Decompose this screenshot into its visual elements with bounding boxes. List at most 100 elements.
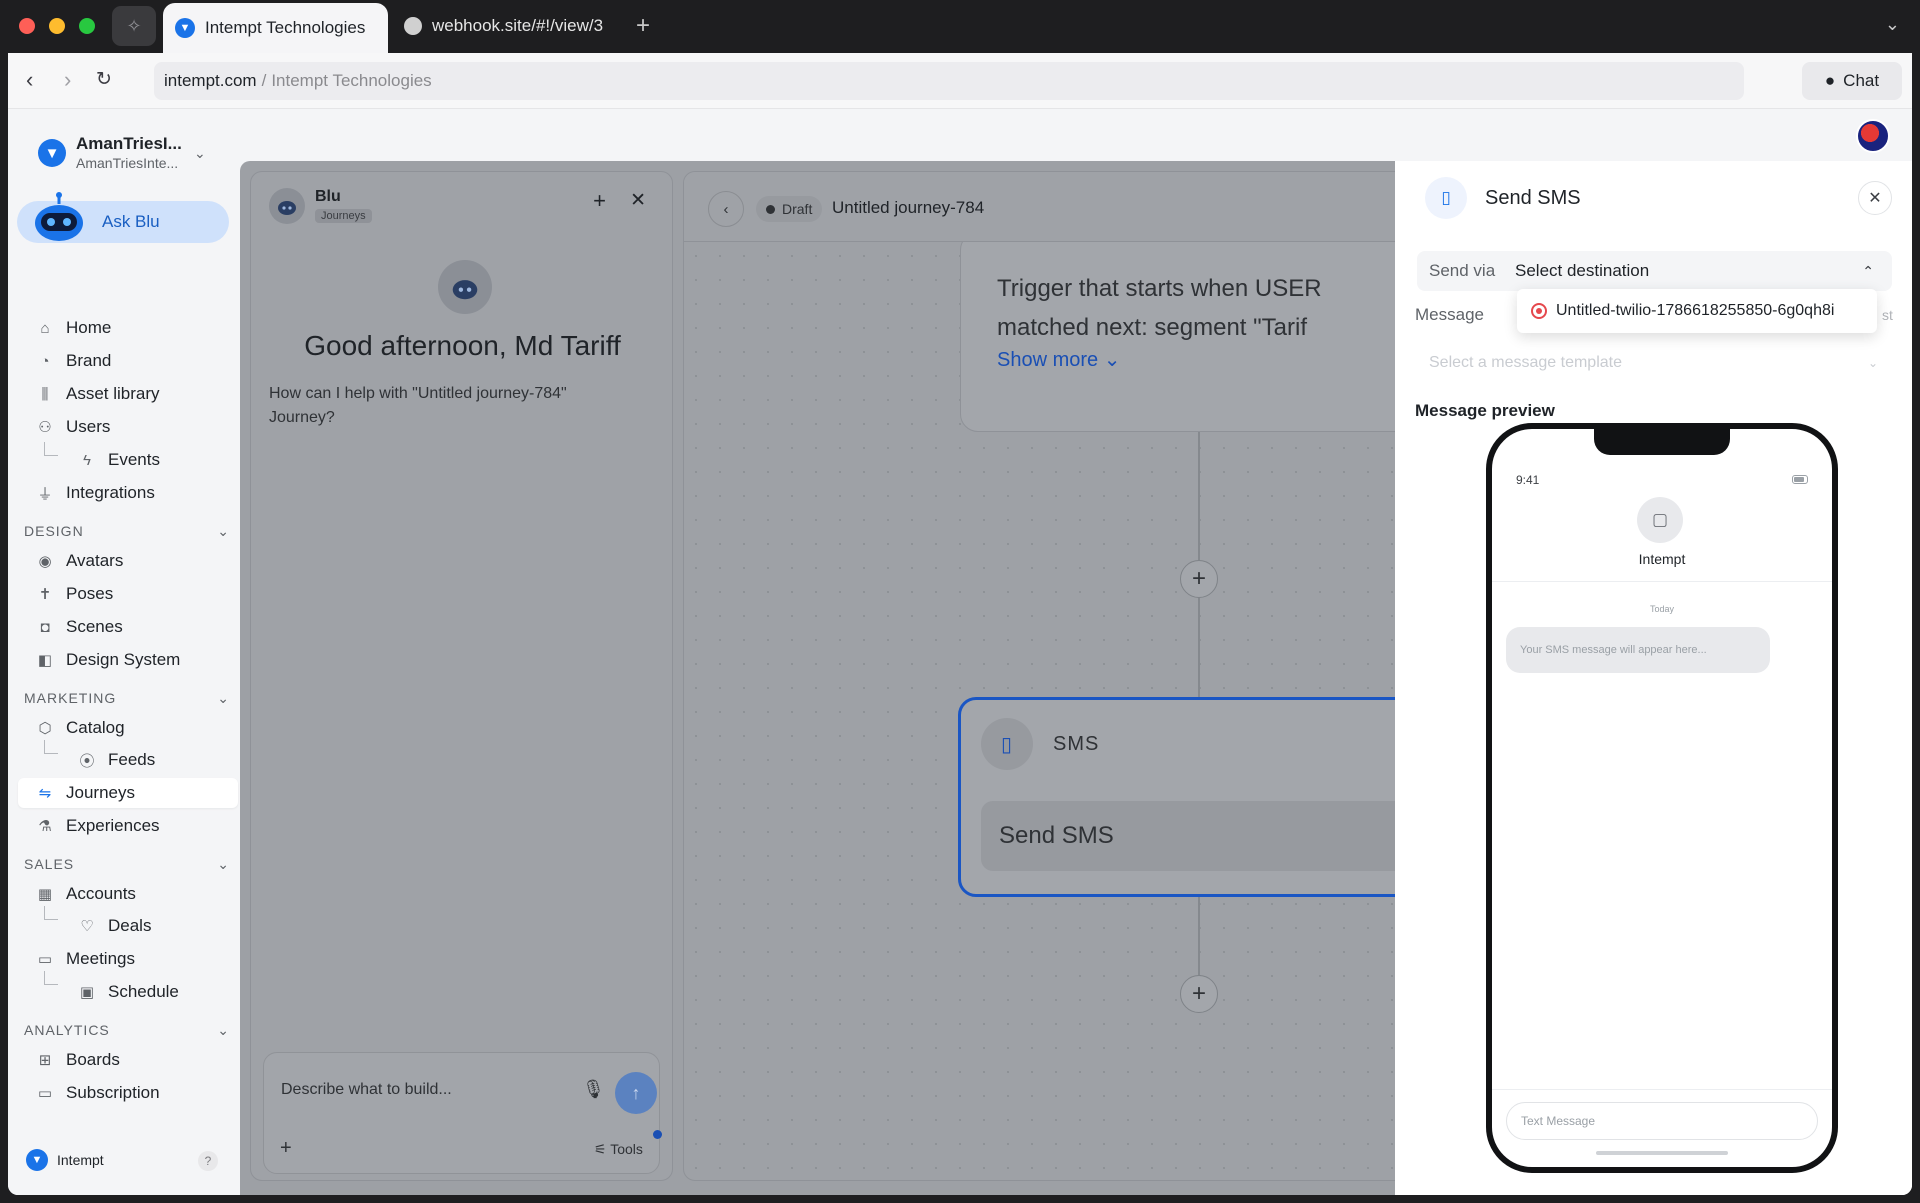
show-more-label: Show more [997, 349, 1099, 371]
add-step-button[interactable]: + [1180, 975, 1218, 1013]
back-icon[interactable]: ‹ [26, 67, 33, 93]
sidebar-item-boards[interactable]: ⊞ Boards [18, 1045, 238, 1075]
sms-node[interactable]: ▯ SMS Send SMS [958, 697, 1404, 897]
org-name: AmanTriesI... [76, 134, 182, 153]
section-label: MARKETING [24, 690, 117, 706]
message-bubble: Your SMS message will appear here... [1506, 627, 1770, 673]
blu-robot-icon [438, 260, 492, 314]
destination-option[interactable]: Untitled-twilio-1786618255850-6g0qh8i [1517, 289, 1877, 333]
tools-button[interactable]: ⚟ Tools [594, 1141, 643, 1158]
panel-title: Send SMS [1485, 187, 1581, 209]
sidebar-item-journeys[interactable]: ⇋ Journeys [18, 778, 238, 808]
attach-icon[interactable]: + [280, 1137, 292, 1160]
sidebar-item-home[interactable]: ⌂ Home [18, 313, 238, 343]
chevron-down-icon[interactable]: ⌄ [194, 145, 206, 162]
tab-webhook[interactable]: webhook.site/#!/view/3 [404, 8, 609, 44]
journey-canvas[interactable]: Trigger that starts when USER matched ne… [683, 171, 1405, 1181]
close-icon[interactable]: ✕ [630, 189, 646, 212]
back-button[interactable]: ‹ [708, 191, 744, 227]
reload-icon[interactable]: ↻ [96, 67, 112, 93]
help-button[interactable]: ? [198, 1151, 218, 1171]
sidebar-item-scenes[interactable]: ◘ Scenes [18, 612, 238, 642]
tab-intempt[interactable]: ▼ Intempt Technologies [163, 3, 388, 53]
user-avatar[interactable] [1856, 119, 1890, 153]
connector-line [1198, 432, 1200, 560]
send-via-select[interactable]: Send via Select destination ⌃ [1417, 251, 1892, 291]
sidebar-item-label: Brand [66, 351, 112, 370]
day-label: Today [1649, 604, 1675, 614]
sidebar-item-design-system[interactable]: ◧ Design System [18, 645, 238, 675]
sidebar-item-integrations[interactable]: ⏚ Integrations [18, 478, 238, 508]
sidebar-item-deals[interactable]: ♡ Deals [18, 911, 238, 941]
phone-icon: ▯ [981, 718, 1033, 770]
sidebar-item-feeds[interactable]: ⦿ Feeds [18, 745, 238, 775]
add-step-button[interactable]: + [1180, 560, 1218, 598]
org-switcher[interactable]: ▼ AmanTriesI... AmanTriesInte... [38, 134, 182, 172]
trigger-node[interactable]: Trigger that starts when USER matched ne… [960, 232, 1404, 432]
journey-title[interactable]: Untitled journey-784 [832, 198, 984, 218]
flask-icon: ⚗ [38, 818, 52, 835]
home-icon: ⌂ [40, 319, 50, 337]
sidebar-item-avatars[interactable]: ◉ Avatars [18, 546, 238, 576]
maximize-window-button[interactable] [79, 18, 95, 34]
send-button[interactable]: ↑ [615, 1072, 657, 1114]
building-icon: ▦ [37, 886, 53, 903]
box-icon: ⬡ [38, 720, 52, 737]
browser-tab-bar: ✧ ▼ Intempt Technologies webhook.site/#!… [0, 0, 1920, 53]
avatar-icon: ◉ [38, 553, 52, 570]
blu-panel-header: Blu Journeys [269, 188, 372, 224]
sidebar: ▼ AmanTriesI... AmanTriesInte... ⌄ Ask B… [8, 109, 240, 1195]
sidebar-item-label: Users [66, 417, 111, 436]
url-input[interactable]: intempt.com / Intempt Technologies [154, 62, 1744, 100]
sidebar-item-events[interactable]: ϟ Events [18, 445, 238, 475]
sidebar-item-asset-library[interactable]: ⫼ Asset library [18, 379, 238, 409]
new-tab-icon[interactable]: + [636, 12, 650, 40]
context-badge: Journeys [315, 209, 372, 223]
close-window-button[interactable] [19, 18, 35, 34]
close-button[interactable]: ✕ [1858, 181, 1892, 215]
template-select[interactable]: Select a message template ⌄ [1417, 343, 1892, 383]
section-sales[interactable]: SALES ⌄ [24, 856, 230, 873]
minimize-window-button[interactable] [49, 18, 65, 34]
webhook-favicon-icon [404, 17, 422, 35]
calendar-clock-icon: ▣ [79, 984, 95, 1001]
section-marketing[interactable]: MARKETING ⌄ [24, 690, 230, 707]
ask-blu-label: Ask Blu [102, 212, 160, 231]
sidebar-footer[interactable]: ▼ Intempt [26, 1149, 104, 1171]
phone-text-input: Text Message [1506, 1102, 1818, 1140]
new-chat-icon[interactable]: + [593, 188, 606, 214]
intempt-logo-icon: ▼ [26, 1149, 48, 1171]
twilio-icon [1531, 303, 1547, 319]
forward-icon[interactable]: › [64, 67, 71, 93]
chevron-down-icon: ⌄ [1867, 356, 1878, 370]
sidebar-item-experiences[interactable]: ⚗ Experiences [18, 811, 238, 841]
send-sms-panel: ▯ Send SMS ✕ Send via Select destination… [1395, 161, 1912, 1195]
sidebar-item-catalog[interactable]: ⬡ Catalog [18, 713, 238, 743]
blu-robot-icon [35, 192, 83, 241]
section-analytics[interactable]: ANALYTICS ⌄ [24, 1022, 230, 1039]
chat-bubble-icon: ● [1824, 71, 1836, 90]
tools-label: Tools [610, 1141, 643, 1157]
main-area: Blu Journeys + ✕ Good afternoon, Md Tari… [240, 161, 1405, 1195]
sidebar-item-subscription[interactable]: ▭ Subscription [18, 1078, 238, 1108]
chat-button[interactable]: ● Chat [1802, 62, 1902, 100]
sidebar-item-poses[interactable]: ✝ Poses [18, 579, 238, 609]
section-design[interactable]: DESIGN ⌄ [24, 523, 230, 540]
chevron-down-icon: ⌄ [217, 523, 230, 539]
handshake-icon: ♡ [80, 918, 94, 935]
url-separator: / [261, 71, 267, 90]
microphone-icon[interactable]: 🎙 [582, 1079, 605, 1100]
composer-input[interactable]: Describe what to build... [281, 1081, 452, 1099]
chevron-down-icon: ⌄ [217, 1022, 230, 1038]
sidebar-item-meetings[interactable]: ▭ Meetings [18, 944, 238, 974]
show-more-link[interactable]: Show more ⌄ [997, 347, 1120, 372]
sidebar-item-brand[interactable]: ◔ Brand [18, 346, 238, 376]
home-indicator [1596, 1151, 1728, 1155]
sidebar-item-schedule[interactable]: ▣ Schedule [18, 977, 238, 1007]
intempt-logo-icon: ▼ [175, 18, 195, 38]
sidebar-item-users[interactable]: ⚇ Users [18, 412, 238, 442]
chevron-down-icon[interactable]: ⌄ [1885, 14, 1900, 35]
message-icon: ▢ [1637, 497, 1683, 543]
pin-tab-icon[interactable]: ✧ [112, 6, 156, 46]
sidebar-item-accounts[interactable]: ▦ Accounts [18, 879, 238, 909]
